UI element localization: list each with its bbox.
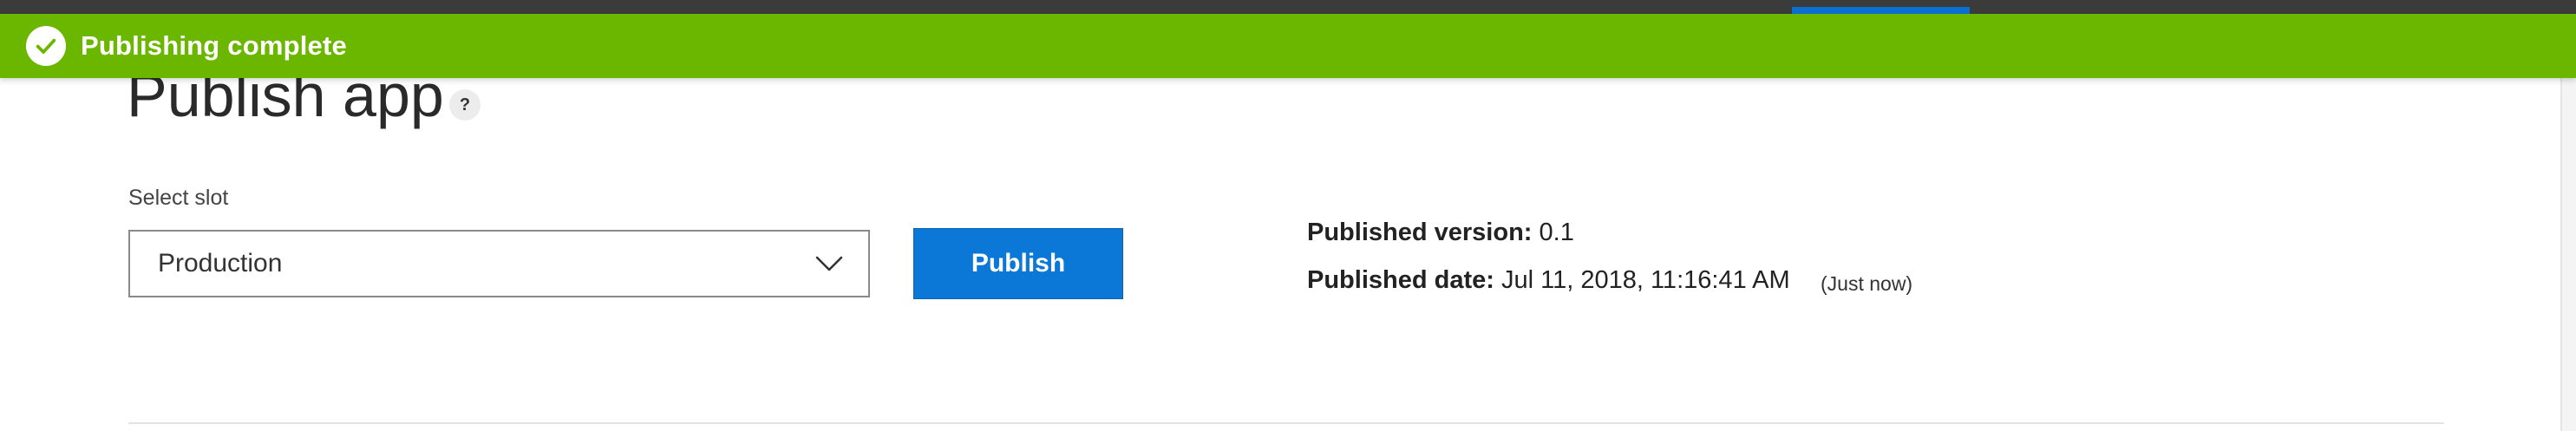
published-date-label: Published date:: [1307, 266, 1494, 294]
published-version-label: Published version:: [1307, 219, 1533, 246]
slot-dropdown[interactable]: Production: [128, 230, 870, 297]
published-version: Published version: 0.1: [1307, 219, 1574, 247]
published-version-value: 0.1: [1539, 219, 1574, 246]
publish-button[interactable]: Publish: [913, 228, 1123, 299]
published-date: Published date: Jul 11, 2018, 11:16:41 A…: [1307, 266, 1790, 295]
vertical-scrollbar[interactable]: [2560, 78, 2576, 431]
published-relative-time: (Just now): [1821, 272, 1913, 295]
publish-app-page: Publishing complete Publish app ? Select…: [0, 0, 2576, 431]
published-date-value: Jul 11, 2018, 11:16:41 AM: [1500, 266, 1790, 294]
slot-dropdown-value: Production: [158, 249, 283, 278]
top-navigation-bar: [0, 0, 2576, 14]
help-icon[interactable]: ?: [449, 89, 481, 121]
select-slot-label: Select slot: [128, 186, 229, 210]
publishing-complete-notification: Publishing complete: [0, 14, 2576, 78]
notification-message: Publishing complete: [81, 30, 347, 61]
active-tab-indicator: [1792, 7, 1970, 14]
check-circle-icon: [26, 26, 66, 66]
chevron-down-icon: [815, 256, 843, 271]
section-divider: [128, 422, 2444, 424]
